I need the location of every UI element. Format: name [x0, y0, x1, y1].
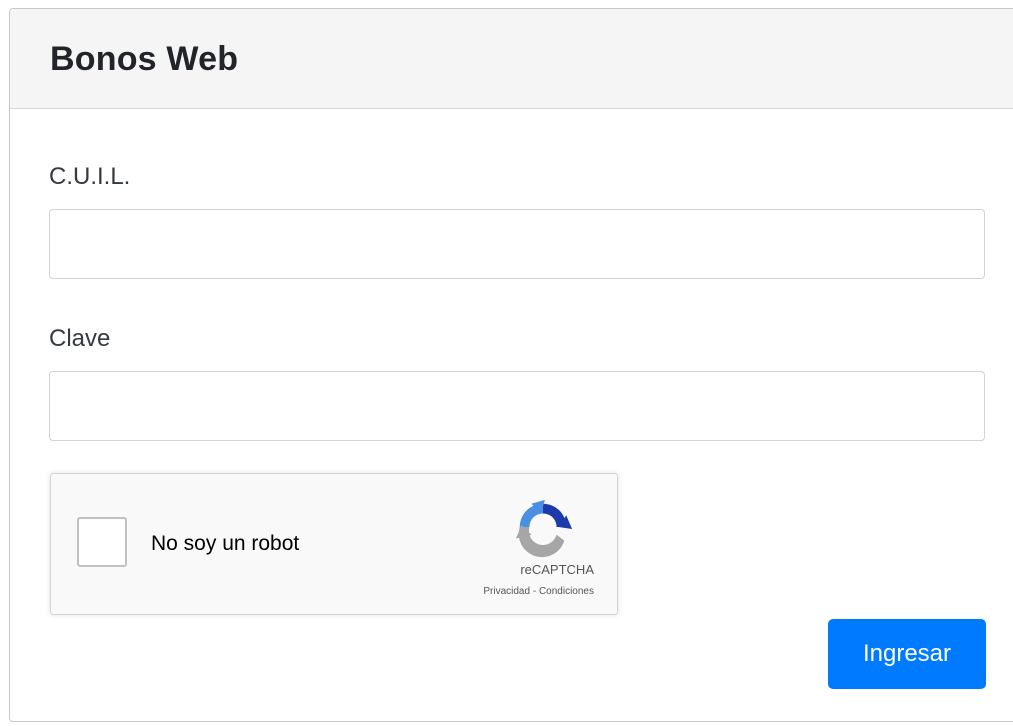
recaptcha-links-separator: -	[530, 586, 539, 597]
recaptcha-privacy-link[interactable]: Privacidad	[483, 586, 530, 597]
recaptcha-widget: No soy un robot reCAPTCHA Privacidad - C…	[50, 473, 618, 615]
recaptcha-terms-link[interactable]: Condiciones	[539, 586, 594, 597]
recaptcha-logo-icon	[515, 499, 573, 558]
recaptcha-links: Privacidad - Condiciones	[483, 586, 594, 597]
recaptcha-checkbox[interactable]	[77, 517, 127, 567]
page-title: Bonos Web	[50, 40, 239, 78]
cuil-input[interactable]	[49, 209, 985, 279]
clave-label: Clave	[49, 325, 111, 352]
ingresar-button[interactable]: Ingresar	[828, 619, 986, 689]
card-header: Bonos Web	[10, 9, 1013, 109]
recaptcha-checkbox-label: No soy un robot	[151, 532, 300, 555]
recaptcha-brand: reCAPTCHA	[520, 562, 594, 577]
cuil-label: C.U.I.L.	[49, 163, 131, 190]
clave-input[interactable]	[49, 371, 985, 441]
login-card: Bonos Web C.U.I.L. Clave No soy un robot…	[9, 8, 1013, 722]
